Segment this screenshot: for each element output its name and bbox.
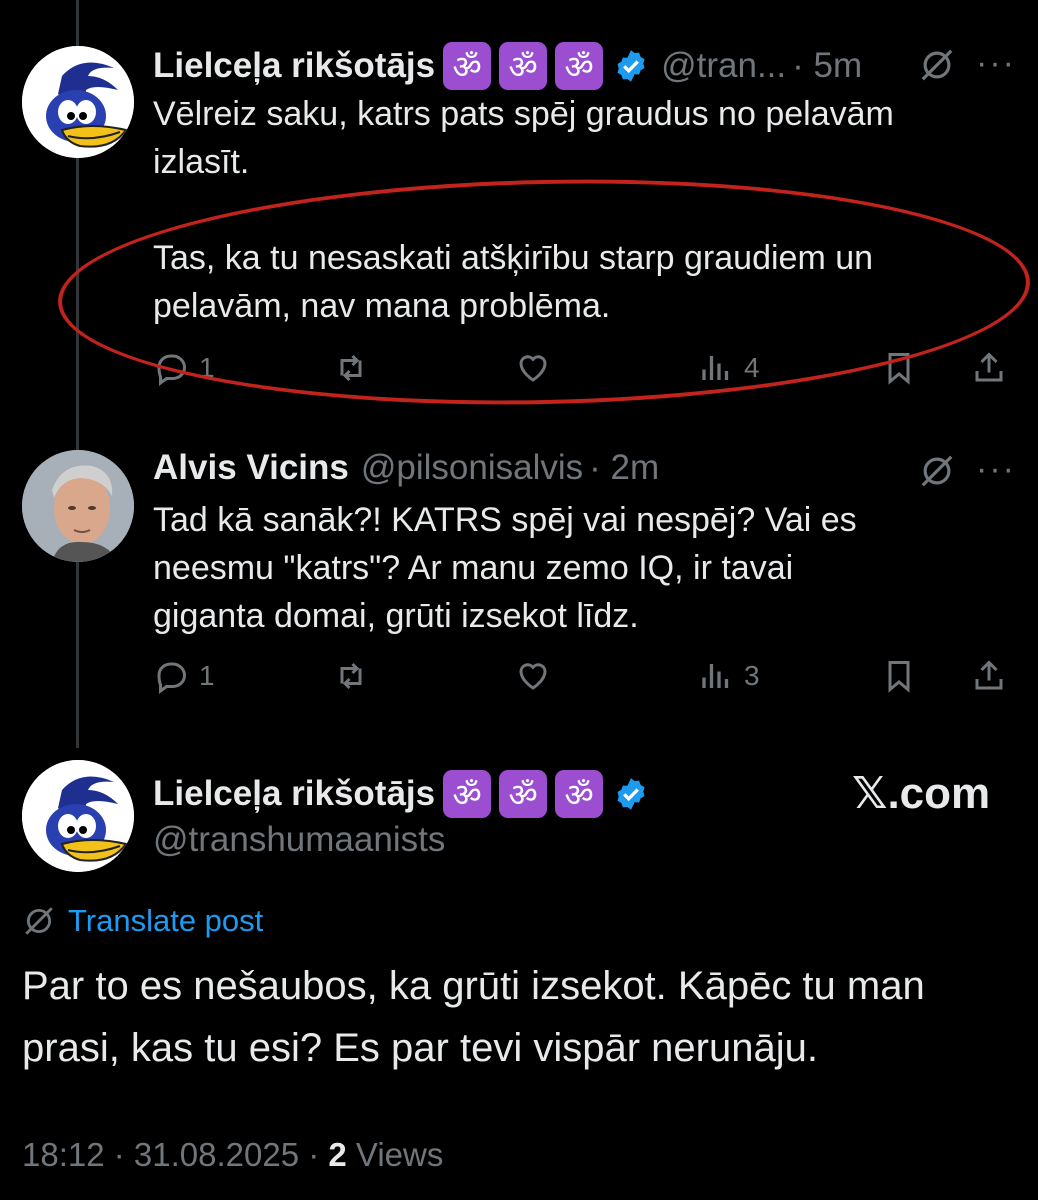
retweet-button[interactable] — [333, 350, 369, 386]
share-icon — [975, 660, 1003, 690]
verified-badge-icon — [617, 778, 645, 810]
om-emoji: ॐ — [443, 770, 492, 818]
x-com-watermark: 𝕏.com — [852, 769, 991, 818]
roadrunner-avatar-icon — [22, 760, 134, 872]
om-emoji: ॐ — [443, 42, 492, 90]
grok-icon — [25, 907, 53, 935]
translate-post-link[interactable]: Translate post — [22, 903, 263, 939]
main-author: Lielceļa rikšotājs ॐ ॐ ॐ — [153, 770, 649, 818]
bookmark-button[interactable] — [881, 658, 917, 694]
views-count: 4 — [744, 352, 760, 383]
retweet-button[interactable] — [333, 658, 369, 694]
bookmark-icon — [888, 353, 910, 385]
views-chart-icon — [702, 356, 729, 380]
reply-count: 1 — [199, 352, 215, 383]
post-timestamp[interactable]: 18:12 · 31.08.2025 · — [22, 1136, 328, 1173]
reply-button[interactable]: 1 — [153, 350, 215, 386]
verified-badge-icon — [617, 50, 645, 82]
timestamp[interactable]: · 2m — [589, 448, 659, 488]
heart-icon — [519, 663, 547, 690]
tweet-text: Tad kā sanāk?! KATRS spēj vai nespēj? Va… — [153, 501, 857, 635]
grok-icon[interactable] — [918, 452, 956, 490]
om-emoji: ॐ — [499, 770, 548, 818]
tweet-actions: 1 4 — [153, 350, 1023, 394]
views-label: Views — [346, 1136, 444, 1173]
retweet-icon — [340, 662, 362, 690]
views-button[interactable]: 3 — [698, 658, 760, 694]
like-button[interactable] — [515, 658, 551, 694]
main-tweet-text: Par to es nešaubos, ka grūti izsekot. Kā… — [22, 964, 925, 1070]
tweet-text: Vēlreiz saku, katrs pats spēj graudus no… — [153, 95, 894, 325]
user-handle[interactable]: @tran... — [661, 46, 786, 86]
display-name[interactable]: Alvis Vicins — [153, 448, 349, 488]
share-button[interactable] — [971, 350, 1007, 386]
reply-count: 1 — [199, 660, 215, 691]
tweet-meta: 18:12 · 31.08.2025 · 2 Views — [22, 1136, 443, 1174]
tweet-actions: 1 3 — [153, 658, 1023, 702]
timestamp[interactable]: · 5m — [792, 46, 862, 86]
avatar[interactable] — [22, 46, 134, 158]
avatar[interactable] — [22, 760, 134, 872]
avatar[interactable] — [22, 450, 134, 562]
views-count: 2 — [328, 1136, 347, 1173]
more-options-icon[interactable]: ··· — [976, 44, 1016, 83]
reply-button[interactable]: 1 — [153, 658, 215, 694]
share-icon — [975, 352, 1003, 382]
views-count: 3 — [744, 660, 760, 691]
om-emoji: ॐ — [555, 42, 604, 90]
like-button[interactable] — [515, 350, 551, 386]
roadrunner-avatar-icon — [22, 46, 134, 158]
heart-icon — [519, 355, 547, 382]
display-name[interactable]: Lielceļa rikšotājs — [153, 774, 435, 814]
tweet-header: Alvis Vicins @pilsonisalvis · 2m — [153, 448, 659, 488]
grok-icon[interactable] — [918, 46, 956, 84]
retweet-icon — [340, 354, 362, 382]
views-button[interactable]: 4 — [698, 350, 760, 386]
om-emoji: ॐ — [555, 770, 604, 818]
bookmark-icon — [888, 661, 910, 693]
share-button[interactable] — [971, 658, 1007, 694]
tweet-header: Lielceļa rikšotājs ॐ ॐ ॐ @tran... · 5m — [153, 42, 862, 90]
bookmark-button[interactable] — [881, 350, 917, 386]
person-photo-icon — [22, 450, 134, 562]
reply-icon — [157, 662, 187, 694]
more-options-icon[interactable]: ··· — [976, 450, 1016, 489]
display-name[interactable]: Lielceļa rikšotājs — [153, 46, 435, 86]
translate-label: Translate post — [68, 903, 264, 938]
views-chart-icon — [702, 664, 729, 688]
user-handle[interactable]: @transhumaanists — [153, 820, 445, 860]
user-handle[interactable]: @pilsonisalvis — [361, 448, 583, 488]
om-emoji: ॐ — [499, 42, 548, 90]
reply-icon — [157, 354, 187, 386]
